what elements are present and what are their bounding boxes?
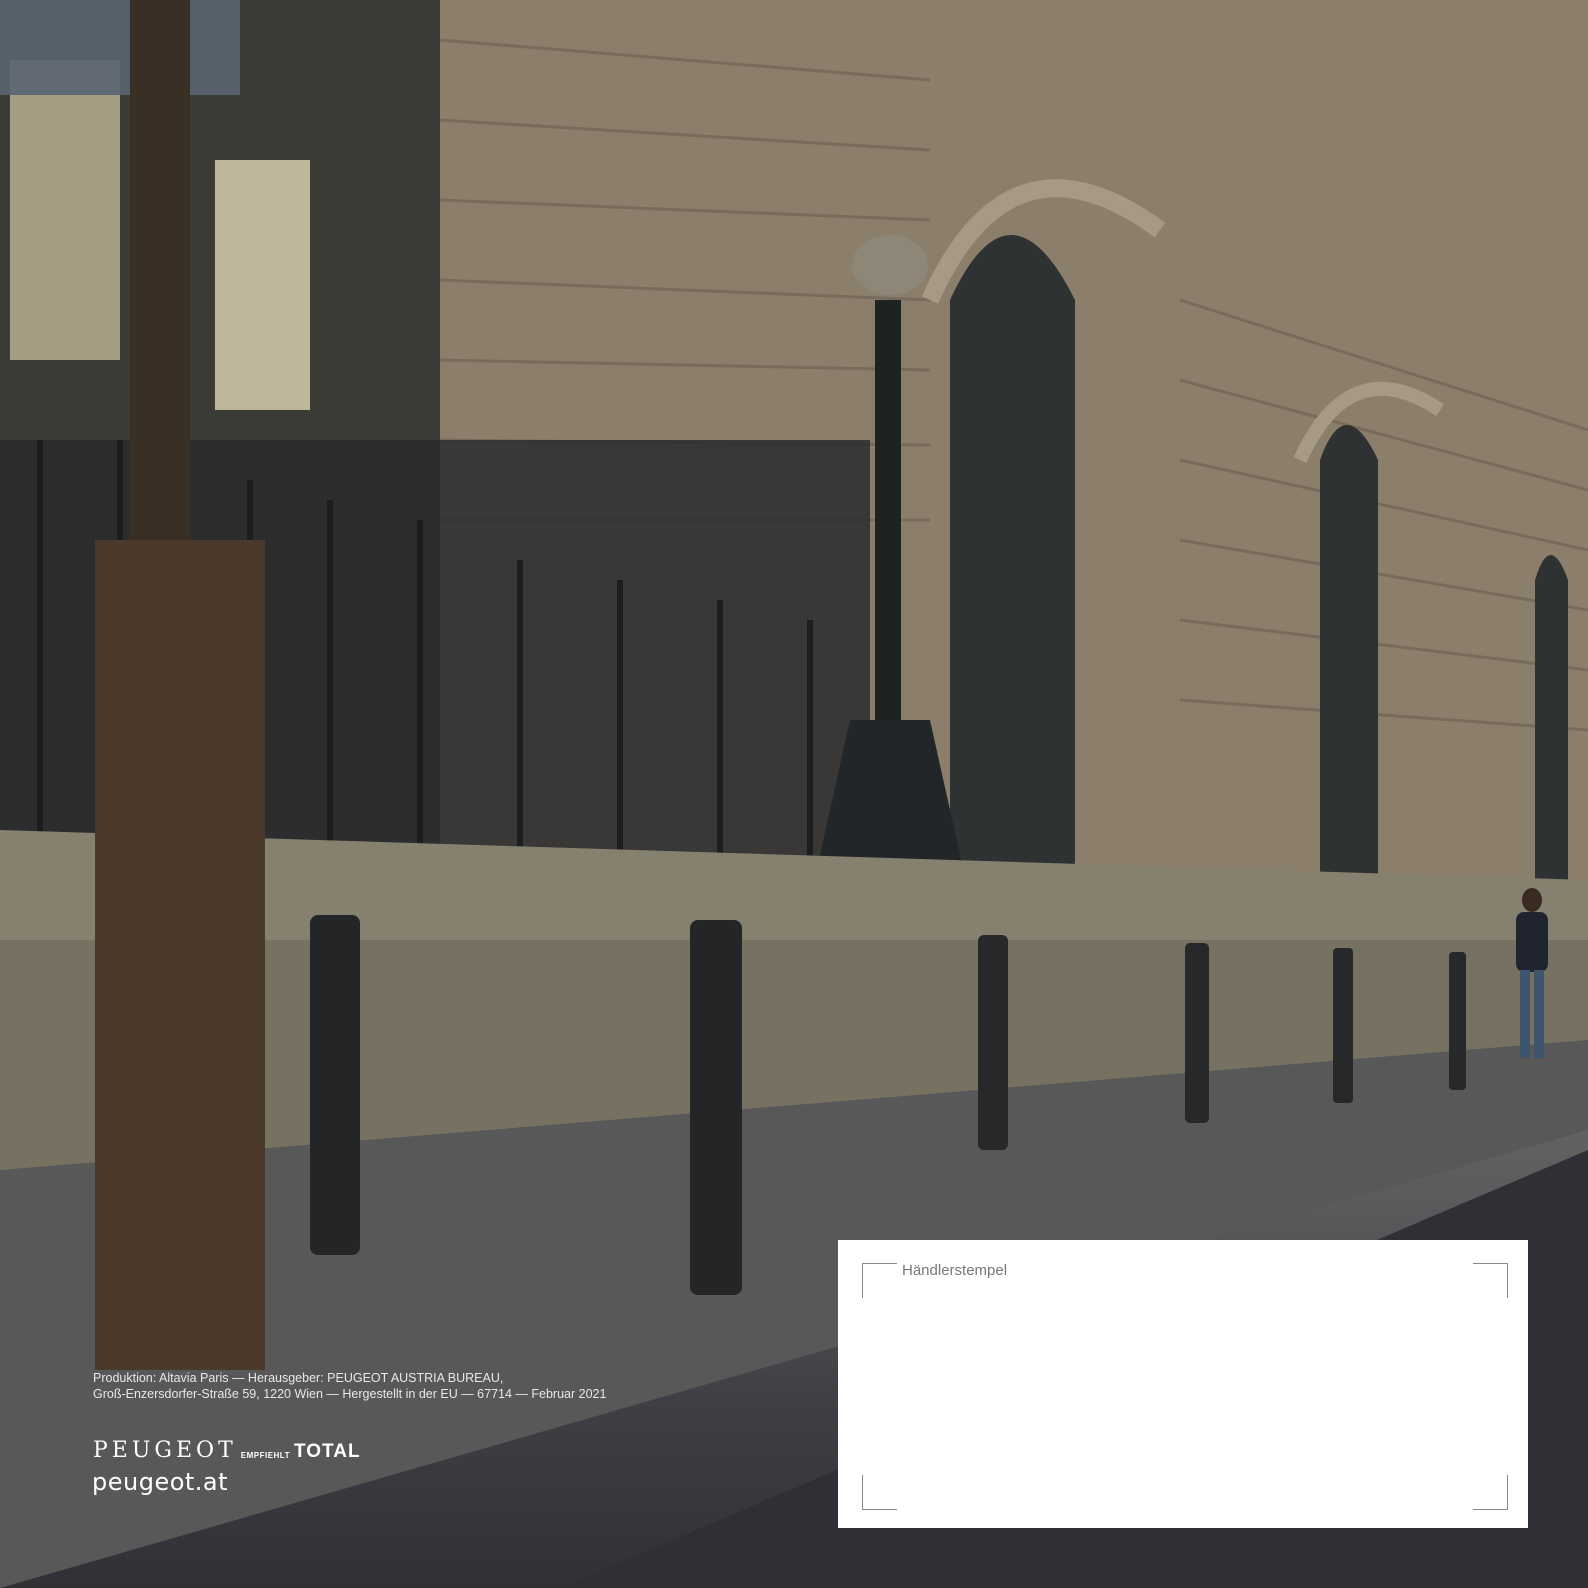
- dealer-stamp-box: Händlerstempel: [838, 1240, 1528, 1528]
- total-wordmark: TOTAL: [294, 1441, 361, 1462]
- brochure-back-cover: Produktion: Altavia Paris — Herausgeber:…: [0, 0, 1588, 1588]
- imprint-text: Produktion: Altavia Paris — Herausgeber:…: [93, 1370, 793, 1402]
- website-link[interactable]: peugeot.at: [92, 1468, 228, 1496]
- corner-mark-bottom-left: [862, 1475, 897, 1510]
- corner-mark-top-right: [1473, 1263, 1508, 1298]
- brand-logo-line: PEUGEOT EMPFIEHLT TOTAL: [93, 1438, 361, 1462]
- recommends-text: EMPFIEHLT: [240, 1451, 290, 1460]
- imprint-line-2: Groß-Enzersdorfer-Straße 59, 1220 Wien —…: [93, 1387, 607, 1401]
- corner-mark-top-left: [862, 1263, 897, 1298]
- peugeot-wordmark: PEUGEOT: [93, 1438, 237, 1463]
- dealer-stamp-label: Händlerstempel: [902, 1262, 1008, 1279]
- corner-mark-bottom-right: [1473, 1475, 1508, 1510]
- imprint-line-1: Produktion: Altavia Paris — Herausgeber:…: [93, 1371, 504, 1385]
